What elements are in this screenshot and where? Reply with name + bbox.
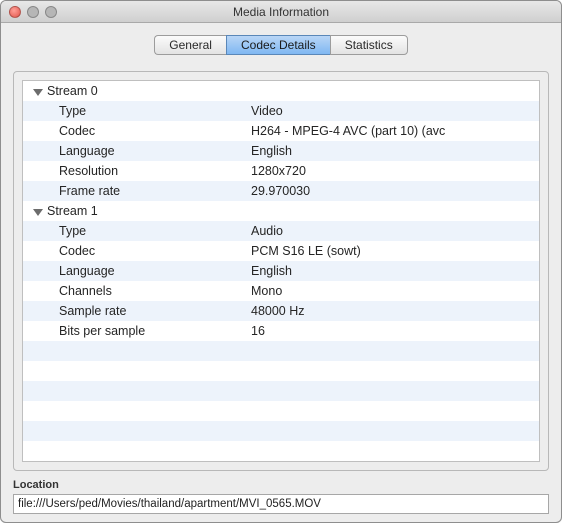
location-label: Location — [13, 479, 549, 491]
table-row[interactable]: CodecPCM S16 LE (sowt) — [23, 241, 539, 261]
table-row — [23, 381, 539, 401]
tab-statistics[interactable]: Statistics — [330, 35, 408, 55]
table-row[interactable]: Resolution1280x720 — [23, 161, 539, 181]
media-information-window: Media Information General Codec Details … — [0, 0, 562, 523]
cell-value: H264 - MPEG-4 AVC (part 10) (avc — [251, 121, 539, 141]
cell-key: Type — [23, 101, 251, 121]
table-row — [23, 341, 539, 361]
close-window-button[interactable] — [9, 6, 21, 18]
cell-value: Audio — [251, 221, 539, 241]
minimize-window-button[interactable] — [27, 6, 39, 18]
table-row — [23, 401, 539, 421]
table-row[interactable]: LanguageEnglish — [23, 141, 539, 161]
cell-value — [251, 81, 539, 101]
table-row — [23, 421, 539, 441]
cell-value — [251, 201, 539, 221]
table-row — [23, 361, 539, 381]
cell-key: Channels — [23, 281, 251, 301]
cell-key: Type — [23, 221, 251, 241]
tab-codec-details[interactable]: Codec Details — [226, 35, 330, 55]
table-row[interactable]: Sample rate48000 Hz — [23, 301, 539, 321]
table-row[interactable]: Stream 1 — [23, 201, 539, 221]
cell-value: English — [251, 141, 539, 161]
cell-value: English — [251, 261, 539, 281]
location-section: Location — [13, 479, 549, 514]
table-row — [23, 441, 539, 461]
cell-key: Resolution — [23, 161, 251, 181]
table-row[interactable]: TypeVideo — [23, 101, 539, 121]
codec-details-panel: Stream 0TypeVideoCodecH264 - MPEG-4 AVC … — [13, 71, 549, 471]
streams-table: Stream 0TypeVideoCodecH264 - MPEG-4 AVC … — [22, 80, 540, 462]
stream-header: Stream 1 — [23, 201, 251, 221]
window-title: Media Information — [1, 5, 561, 19]
table-row[interactable]: Frame rate29.970030 — [23, 181, 539, 201]
cell-value: 29.970030 — [251, 181, 539, 201]
tab-general[interactable]: General — [154, 35, 226, 55]
cell-key: Codec — [23, 241, 251, 261]
table-row[interactable]: TypeAudio — [23, 221, 539, 241]
cell-value: 16 — [251, 321, 539, 341]
cell-value: PCM S16 LE (sowt) — [251, 241, 539, 261]
cell-key: Codec — [23, 121, 251, 141]
cell-key: Language — [23, 141, 251, 161]
cell-value: 1280x720 — [251, 161, 539, 181]
stream-header-label: Stream 1 — [47, 201, 98, 221]
stream-header: Stream 0 — [23, 81, 251, 101]
table-row[interactable]: ChannelsMono — [23, 281, 539, 301]
window-content: General Codec Details Statistics Stream … — [1, 23, 561, 523]
cell-value: Mono — [251, 281, 539, 301]
tab-bar: General Codec Details Statistics — [13, 35, 549, 57]
titlebar: Media Information — [1, 1, 561, 23]
cell-key: Bits per sample — [23, 321, 251, 341]
table-row[interactable]: Stream 0 — [23, 81, 539, 101]
window-controls — [9, 6, 57, 18]
table-row[interactable]: LanguageEnglish — [23, 261, 539, 281]
cell-key: Language — [23, 261, 251, 281]
disclosure-triangle-icon[interactable] — [33, 89, 43, 96]
zoom-window-button[interactable] — [45, 6, 57, 18]
cell-key: Frame rate — [23, 181, 251, 201]
stream-header-label: Stream 0 — [47, 81, 98, 101]
cell-value: Video — [251, 101, 539, 121]
location-input[interactable] — [13, 494, 549, 514]
table-row[interactable]: CodecH264 - MPEG-4 AVC (part 10) (avc — [23, 121, 539, 141]
cell-value: 48000 Hz — [251, 301, 539, 321]
disclosure-triangle-icon[interactable] — [33, 209, 43, 216]
table-row[interactable]: Bits per sample16 — [23, 321, 539, 341]
cell-key: Sample rate — [23, 301, 251, 321]
tab-segmented-control: General Codec Details Statistics — [154, 35, 407, 55]
